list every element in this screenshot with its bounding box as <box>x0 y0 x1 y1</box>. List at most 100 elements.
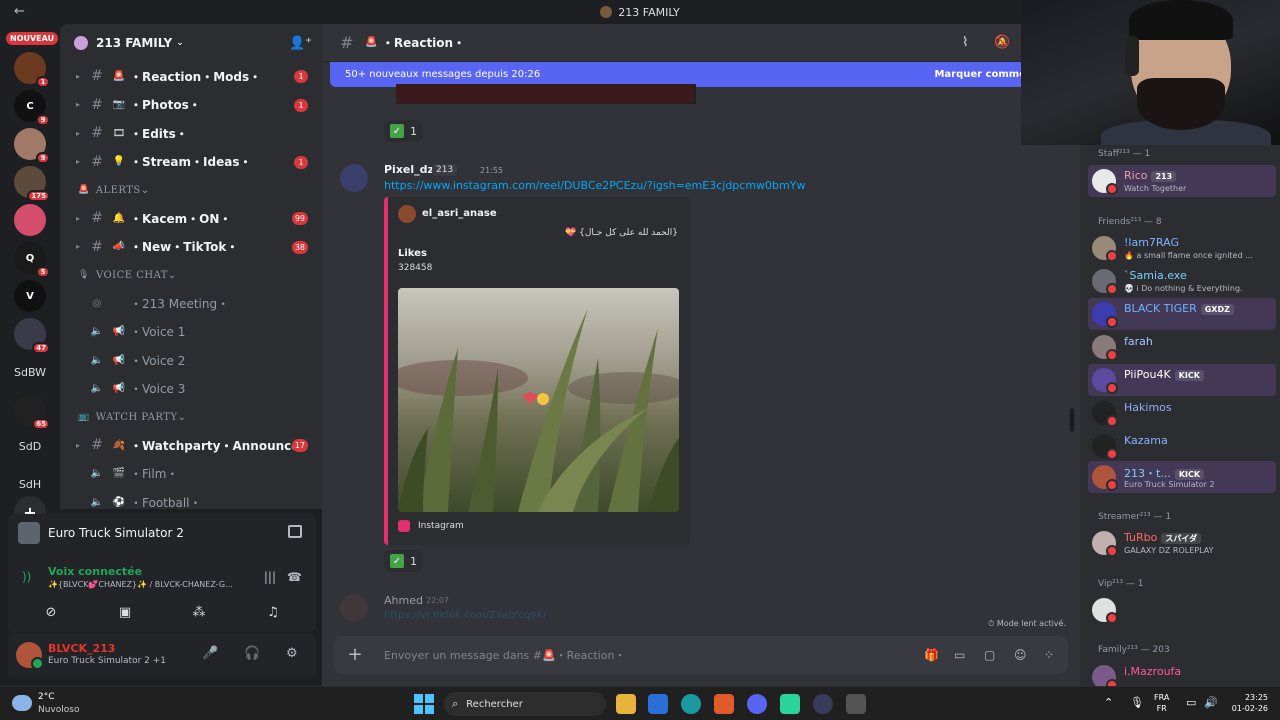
camera-off-icon[interactable]: ⊘ <box>18 600 84 624</box>
app-icon[interactable] <box>846 694 866 714</box>
microphone-icon[interactable]: 🎤 <box>202 646 218 661</box>
channel-item[interactable]: 🔈 🎬 ・Film・ <box>60 460 322 489</box>
activities-icon[interactable]: ⁂ <box>166 600 232 624</box>
member-item[interactable]: !lam7RAG 🔥 a small flame once ignited ... <box>1088 232 1276 264</box>
reaction-pill-2[interactable]: ✓ 1 <box>384 550 423 572</box>
server-text-icon[interactable]: SdBW <box>14 356 46 388</box>
server-icon[interactable]: C9 <box>14 90 50 126</box>
store-icon[interactable] <box>648 694 668 714</box>
server-icon[interactable]: V <box>14 280 46 312</box>
back-arrow-icon[interactable]: ← <box>14 4 25 19</box>
disconnect-icon[interactable]: ☎ <box>287 570 302 584</box>
edge-icon[interactable] <box>681 694 701 714</box>
channel-item[interactable]: ▸ # 📷 ・Photos・ 1 <box>60 91 322 120</box>
category-header[interactable]: 📺 WATCH PARTY ⌄ <box>60 403 322 431</box>
microphone-icon[interactable]: 🎙 <box>1130 696 1144 709</box>
screen-share-icon[interactable]: ▣ <box>92 600 158 624</box>
server-icon[interactable]: Q5 <box>14 242 50 278</box>
emoji-icon[interactable]: ☺ <box>1014 648 1027 662</box>
member-item[interactable]: Kazama <box>1088 430 1276 462</box>
gift-icon[interactable]: 🎁 <box>924 648 939 662</box>
member-item[interactable]: BLACK TIGER GXDZ <box>1088 298 1276 330</box>
input-language[interactable]: FRA FR <box>1154 692 1169 714</box>
taskbar-clock[interactable]: 23:25 01-02-26 <box>1226 692 1268 714</box>
app-icon[interactable] <box>813 694 833 714</box>
user-avatar[interactable] <box>16 642 44 670</box>
channel-item[interactable]: ▸ # 🔔 ・Kacem・ON・ 99 <box>60 204 322 233</box>
category-header[interactable]: 🎙 VOICE CHAT ⌄ <box>60 261 322 289</box>
server-icon[interactable]: 47 <box>14 318 50 354</box>
message-avatar[interactable] <box>340 164 368 192</box>
message-avatar-2[interactable] <box>340 594 368 622</box>
chevron-up-icon[interactable]: ⌃ <box>1104 696 1113 709</box>
server-text-icon[interactable]: SdD <box>14 430 46 462</box>
add-member-icon[interactable]: 👤⁺ <box>289 36 312 51</box>
message-author-2[interactable]: Ahmed <box>384 594 423 607</box>
member-item[interactable]: TuRbo スパイダ GALAXY DZ ROLEPLAY <box>1088 527 1276 559</box>
server-icon[interactable]: 1 <box>14 52 50 88</box>
message-link-2[interactable]: https://vt.tiktok.com/ZSabfcq9K/ <box>384 610 546 621</box>
channel-item[interactable]: ▸ # 🎞 ・Edits・ <box>60 119 322 148</box>
voice-channel-item[interactable]: ◎ ・213 Meeting・ <box>60 289 322 318</box>
mark-read-button[interactable]: Marquer comme <box>934 69 1026 80</box>
channel-item[interactable]: 🔈 ⚽ ・Football・ <box>60 488 322 509</box>
voice-status[interactable]: Voix connectée <box>48 565 142 578</box>
embed-image[interactable] <box>398 288 679 512</box>
volume-icon[interactable]: 🔊 <box>1204 696 1218 709</box>
channel-item[interactable]: ▸ # 🍂 ・Watchparty・Announce・ 17 <box>60 431 322 460</box>
server-icon[interactable]: 9 <box>14 128 50 164</box>
channel-item[interactable]: ▸ # 🚨 ・Reaction・Mods・ 1 <box>60 62 322 91</box>
voice-channel[interactable]: ✨{BLVCK💕CHANEZ}✨ / BLVCK-CHANEZ-G... <box>48 580 248 589</box>
app-icon[interactable] <box>714 694 734 714</box>
weather-condition[interactable]: Nuvoloso <box>38 705 79 715</box>
headphones-icon[interactable]: 🎧 <box>244 646 260 661</box>
add-attachment-icon[interactable]: + <box>346 646 364 664</box>
sticker-icon[interactable]: ▢ <box>984 648 995 662</box>
previous-embed-image[interactable] <box>396 84 696 104</box>
voice-channel-item[interactable]: 🔈 📢 ・Voice 2 <box>60 346 322 375</box>
app-icon[interactable] <box>780 694 800 714</box>
member-item[interactable] <box>1088 594 1276 626</box>
member-item[interactable]: 213・t... KICK Euro Truck Simulator 2 <box>1088 461 1276 493</box>
scrollbar-thumb[interactable] <box>1070 408 1074 432</box>
member-item[interactable]: i.Mazroufa <box>1088 661 1276 686</box>
message-input[interactable] <box>384 648 784 662</box>
server-icon[interactable] <box>14 204 46 236</box>
server-icon[interactable]: 65 <box>14 394 50 430</box>
apps-icon[interactable]: ⁘ <box>1044 648 1054 662</box>
server-header[interactable]: 213 FAMILY ⌄ 👤⁺ <box>60 24 322 62</box>
embed-author[interactable]: el_asri_anase <box>422 208 497 219</box>
noise-suppression-icon[interactable]: ||| <box>264 570 276 584</box>
member-item[interactable]: Hakimos <box>1088 397 1276 429</box>
weather-cloud-icon[interactable] <box>12 695 32 711</box>
voice-channel-item[interactable]: 🔈 📢 ・Voice 1 <box>60 318 322 347</box>
gif-icon[interactable]: ▭ <box>954 648 965 662</box>
member-item[interactable]: farah <box>1088 331 1276 363</box>
member-item[interactable]: Rico 213 Watch Together <box>1088 165 1276 197</box>
weather-temp[interactable]: 2°C <box>38 692 55 702</box>
file-explorer-icon[interactable] <box>616 694 636 714</box>
network-icon[interactable]: ▭ <box>1186 696 1196 709</box>
voice-channel-item[interactable]: 🔈 📢 ・Voice 3 <box>60 375 322 404</box>
settings-gear-icon[interactable]: ⚙ <box>286 646 298 661</box>
server-icon[interactable]: 175 <box>14 166 50 202</box>
mute-bell-icon[interactable]: 🔕 <box>994 35 1010 50</box>
windows-start-icon[interactable] <box>414 694 434 714</box>
soundboard-icon[interactable]: ♫ <box>240 600 306 624</box>
threads-icon[interactable]: ⌇ <box>962 35 968 50</box>
message-link[interactable]: https://www.instagram.com/reel/DUBCe2PCE… <box>384 179 805 192</box>
discord-icon[interactable] <box>747 694 767 714</box>
taskbar-search[interactable]: ⌕ Rechercher <box>444 692 606 716</box>
channel-item[interactable]: ▸ # 📣 ・New・TikTok・ 38 <box>60 233 322 262</box>
open-window-icon[interactable] <box>288 525 302 538</box>
message-author[interactable]: Pixel_dz <box>384 163 434 176</box>
unread-badge: 1 <box>294 70 308 83</box>
speaker-icon: 🔈 <box>90 326 104 338</box>
member-item[interactable]: `Samia.exe 💀 i Do nothing & Everything. <box>1088 265 1276 297</box>
channel-item[interactable]: ▸ # 💡 ・Stream・Ideas・ 1 <box>60 148 322 177</box>
reaction-pill[interactable]: ✓ 1 <box>384 120 423 142</box>
user-name[interactable]: BLVCK_213 <box>48 642 115 655</box>
category-header[interactable]: 🚨 ALERTS ⌄ <box>60 176 322 204</box>
activity-panel[interactable]: Euro Truck Simulator 2 <box>8 514 316 552</box>
member-item[interactable]: PiiPou4K KICK <box>1088 364 1276 396</box>
